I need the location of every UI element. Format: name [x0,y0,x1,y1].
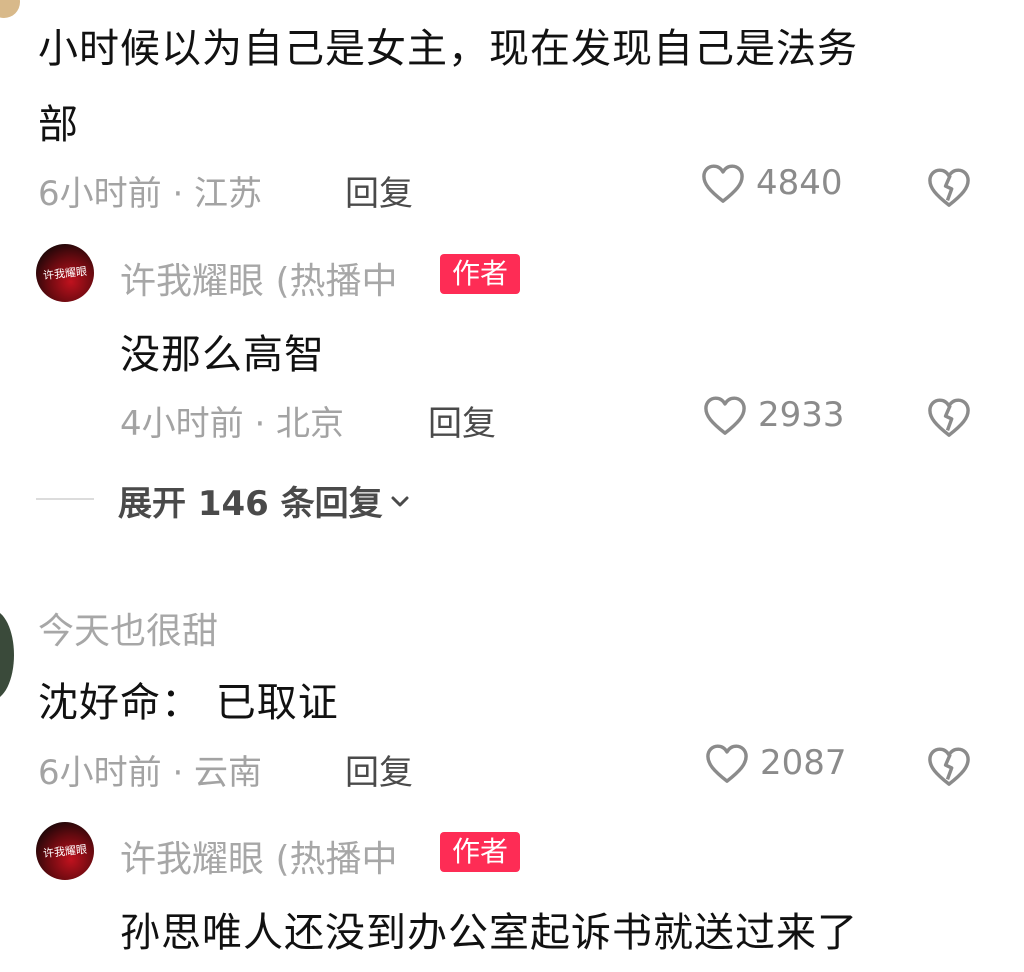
like-count: 4840 [756,163,843,203]
broken-heart-icon[interactable] [926,396,972,438]
broken-heart-icon[interactable] [926,745,972,787]
like-count: 2933 [758,395,845,435]
comment-text-continued: 部 [38,102,79,148]
reply-meta: 4小时前 · 北京 [120,404,345,444]
broken-heart-icon[interactable] [926,166,972,208]
like-button[interactable]: 4840 [700,162,843,204]
author-avatar[interactable]: 许我耀眼 [36,822,94,880]
comment-list: 小时候以为自己是女主，现在发现自己是法务 部 6小时前 · 江苏 回复 4840… [0,0,1024,972]
reply-button[interactable]: 回复 [345,745,413,794]
reply-text: 孙思唯人还没到办公室起诉书就送过来了 [120,910,858,956]
heart-outline-icon [706,744,748,783]
avatar-partial[interactable] [0,0,20,18]
comment-text: 沈好命： 已取证 [38,680,339,726]
reply-button[interactable]: 回复 [345,166,413,215]
heart-outline-icon [702,164,744,203]
author-username[interactable]: 许我耀眼 (热播中 [120,830,398,882]
avatar-logo-text: 许我耀眼 [42,264,88,283]
author-avatar[interactable]: 许我耀眼 [36,244,94,302]
author-badge: 作者 [440,832,521,872]
comment-text: 小时候以为自己是女主，现在发现自己是法务 [38,26,858,72]
expand-replies-label: 展开 146 条回复 [118,484,383,524]
author-username[interactable]: 许我耀眼 (热播中 [120,252,398,304]
commenter-username[interactable]: 今天也很甜 [38,602,218,654]
comment-meta: 6小时前 · 云南 [38,753,263,793]
heart-outline-icon [704,396,746,435]
divider-line [36,498,94,500]
comment-meta: 6小时前 · 江苏 [38,174,263,214]
like-button[interactable]: 2087 [704,742,847,784]
avatar-logo-text: 许我耀眼 [42,842,88,861]
expand-replies-button[interactable]: 展开 146 条回复 [118,476,411,525]
reply-text: 没那么高智 [120,332,325,378]
author-badge: 作者 [440,254,521,294]
avatar-partial[interactable] [0,610,14,700]
reply-button[interactable]: 回复 [428,396,496,445]
like-button[interactable]: 2933 [702,394,845,436]
like-count: 2087 [760,743,847,783]
chevron-down-icon [391,496,409,506]
